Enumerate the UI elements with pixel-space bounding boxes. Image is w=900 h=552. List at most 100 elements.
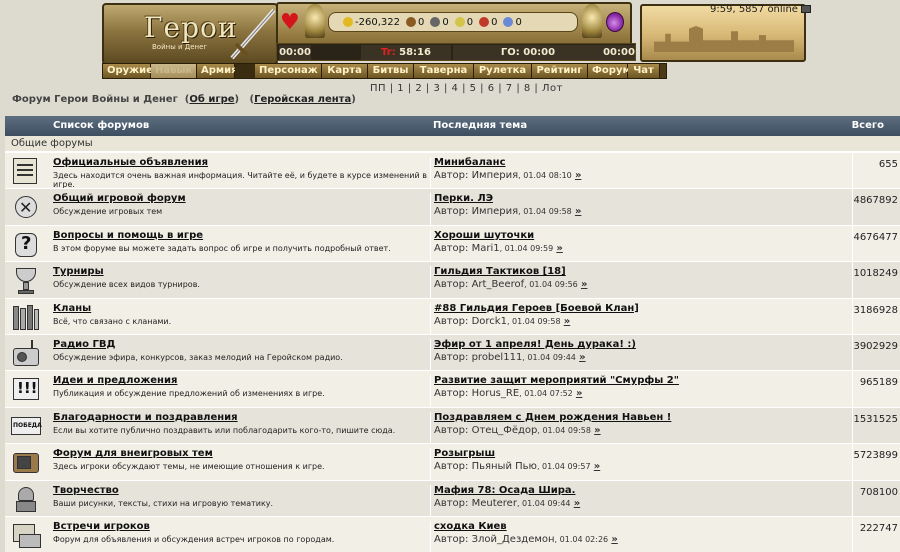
topic-author: Mari1 [471,242,500,254]
forum-link[interactable]: Радио ГВД [53,339,428,350]
nav-roulette[interactable]: Рулетка [474,64,532,78]
go-to-last-post-link[interactable]: » [576,388,582,399]
forum-description: Обсуждение эфира, конкурсов, заказ мелод… [53,352,343,362]
victory-icon: ПОБЕДА [9,411,43,441]
go-to-last-post-link[interactable]: » [611,534,617,545]
last-topic-link[interactable]: Хороши шуточки [434,230,850,241]
about-game-link[interactable]: Об игре [189,94,234,105]
forum-info: Официальные объявления Здесь находится о… [53,157,428,189]
col-forums-header: Список форумов [53,120,150,131]
forum-link[interactable]: Форум для внеигровых тем [53,448,428,459]
last-topic-cell: Розыгрыш Автор: Пьяный Пью, 01.04 09:57 … [430,448,850,481]
forum-info: Идеи и предложения Публикация и обсужден… [53,375,428,398]
meeting-icon [9,520,43,550]
last-topic-meta: Автор: probel111, 01.04 09:44 » [434,351,586,363]
logout-icon[interactable] [801,5,812,13]
nav-tavern[interactable]: Таверна [414,64,474,78]
topic-time: , 01.04 09:56 [524,280,578,290]
trophy-icon [9,265,43,295]
forum-link[interactable]: Идеи и предложения [53,375,428,386]
go-to-last-post-link[interactable]: » [579,352,585,363]
go-to-last-post-link[interactable]: » [575,170,581,181]
nav-weapons[interactable]: Оружие [103,64,153,78]
tv-icon [9,447,43,477]
last-topic-cell: сходка Киев Автор: Злой_Дездемон, 01.04 … [430,520,850,552]
last-topic-link[interactable]: Розыгрыш [434,448,850,459]
last-topic-meta: Автор: Империя, 01.04 09:58 » [434,206,582,218]
go-to-last-post-link[interactable]: » [581,279,587,290]
nav-army[interactable]: Армия [197,64,238,78]
forum-row: ✕ Общий игровой форум Обсуждение игровых… [5,188,900,226]
forum-row: Кланы Всё, что связано с кланами. #88 Ги… [5,297,900,335]
question-icon: ? [9,229,43,259]
nav-chat[interactable]: Чат [628,64,660,78]
nav-skill[interactable]: Навык [151,64,197,78]
crystal-icon [479,17,490,27]
last-topic-meta: Автор: Отец_Фёдор, 01.04 09:58 » [434,424,601,436]
forum-table: Список форумов Последняя тема Всего Общи… [5,116,900,552]
health-heart-icon[interactable]: ♥ [280,10,300,35]
last-topic-link[interactable]: #88 Гильдия Героев [Боевой Клан] [434,303,850,314]
last-topic-link[interactable]: Мафия 78: Осада Шира. [434,485,850,496]
go-to-last-post-link[interactable]: » [594,461,600,472]
forum-description: В этом форуме вы можете задать вопрос об… [53,243,391,253]
post-count: 708100 [852,480,900,517]
post-count: 3902929 [852,334,900,371]
forum-title: Форум Герои Войны и Денег [12,94,178,105]
forum-link[interactable]: Официальные объявления [53,157,428,168]
nav-map[interactable]: Карта [322,64,368,78]
last-topic-link[interactable]: сходка Киев [434,521,850,532]
go-to-last-post-link[interactable]: » [575,206,581,217]
forum-link[interactable]: Общий игровой форум [53,193,428,204]
last-topic-link[interactable]: Эфир от 1 апреля! День дурака! :) [434,339,850,350]
last-topic-link[interactable]: Перки. ЛЭ [434,193,850,204]
forum-link[interactable]: Творчество [53,485,428,496]
radio-icon [9,338,43,368]
section-general: Общие форумы [5,136,900,152]
page-links[interactable]: ПП | 1 | 2 | 3 | 4 | 5 | 6 | 7 | 8 | Лот [370,83,563,94]
last-topic-link[interactable]: Поздравляем с Днем рождения Навьен ! [434,412,850,423]
last-topic-link[interactable]: Развитие защит мероприятий "Смурфы 2" [434,375,850,386]
forum-link[interactable]: Кланы [53,303,428,314]
nav-gap [235,64,255,78]
hero-feed-link[interactable]: Геройская лента [254,94,351,105]
breadcrumb: Форум Герои Войны и Денег (Об игре) (Гер… [12,94,356,105]
go-to-last-post-link[interactable]: » [564,316,570,327]
topic-author: Пьяный Пью [471,461,537,473]
mana-potion-icon[interactable] [606,12,624,32]
last-topic-meta: Автор: Mari1, 01.04 09:59 » [434,242,563,254]
topic-author: Империя [471,206,519,218]
last-topic-cell: Хороши шуточки Автор: Mari1, 01.04 09:59… [430,229,850,262]
go-to-last-post-link[interactable]: » [556,243,562,254]
last-topic-link[interactable]: Гильдия Тактиков [18] [434,266,850,277]
forum-info: Встречи игроков Форум для объявления и о… [53,521,428,544]
nav-character[interactable]: Персонаж [255,64,322,78]
nav-rating[interactable]: Рейтинг [532,64,588,78]
post-count: 3186928 [852,298,900,335]
gold-icon [343,17,353,27]
last-topic-link[interactable]: Минибаланс [434,157,850,168]
wood-resource: 0 [405,17,424,28]
topic-time: , 01.04 09:44 [516,498,571,508]
forum-description: Если вы хотите публично поздравить или п… [53,425,396,435]
forum-link[interactable]: Встречи игроков [53,521,428,532]
swords-icon: ✕ [9,192,43,222]
ore-resource: 0 [430,17,449,28]
forum-info: Форум для внеигровых тем Здесь игроки об… [53,448,428,471]
forum-link[interactable]: Вопросы и помощь в игре [53,230,428,241]
timer-right: 00:00 [603,45,635,60]
forum-link[interactable]: Благодарности и поздравления [53,412,428,423]
topic-time: , 01.04 09:59 [499,243,554,253]
go-to-last-post-link[interactable]: » [574,498,580,509]
last-topic-cell: Поздравляем с Днем рождения Навьен ! Авт… [430,411,850,444]
last-topic-cell: Развитие защит мероприятий "Смурфы 2" Ав… [430,375,850,408]
post-count: 4867892 [852,189,900,226]
sword-icon [230,8,276,60]
forum-link[interactable]: Турниры [53,266,428,277]
knight-icon [9,484,43,514]
wood-icon [405,17,416,27]
go-to-last-post-link[interactable]: » [594,425,600,436]
nav-battles[interactable]: Битвы [368,64,414,78]
timer-left: 00:00 [279,45,311,60]
nav-forum[interactable]: Форум [588,64,631,78]
